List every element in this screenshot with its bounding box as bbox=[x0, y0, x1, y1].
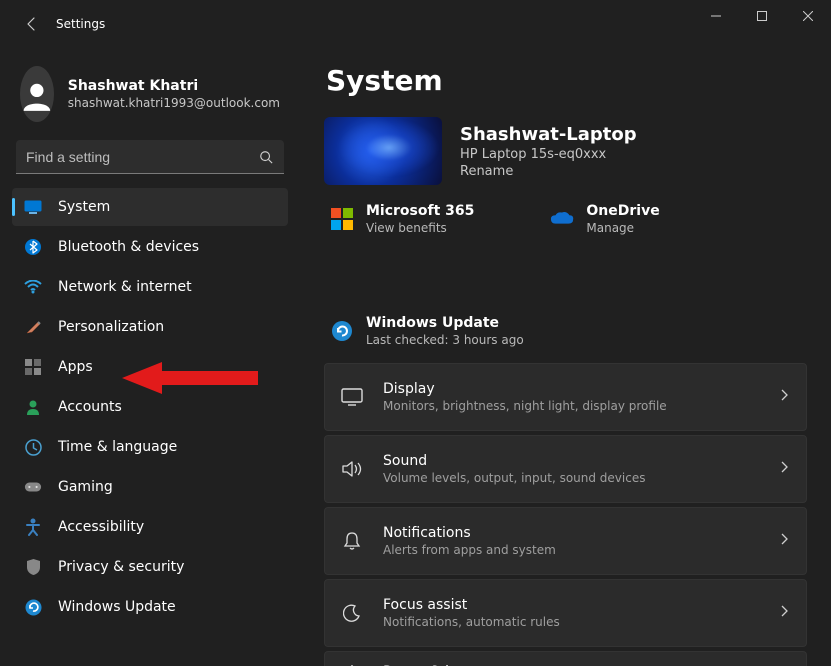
sidebar-item-label: System bbox=[58, 199, 110, 215]
sound-icon bbox=[341, 458, 363, 480]
accessibility-icon bbox=[24, 518, 42, 536]
chevron-right-icon bbox=[778, 533, 790, 549]
sidebar-item-label: Time & language bbox=[58, 439, 177, 455]
card-title: Notifications bbox=[383, 525, 758, 541]
sidebar-item-label: Network & internet bbox=[58, 279, 192, 295]
display-icon bbox=[341, 386, 363, 408]
avatar bbox=[20, 66, 54, 122]
gamepad-icon bbox=[24, 478, 42, 496]
card-sub: Alerts from apps and system bbox=[383, 543, 758, 557]
onedrive-icon bbox=[550, 207, 574, 231]
cloud-sub: View benefits bbox=[366, 221, 474, 235]
settings-card-power-battery[interactable]: Power & battery bbox=[324, 651, 807, 666]
sidebar-item-gaming[interactable]: Gaming bbox=[12, 468, 288, 506]
search-icon bbox=[258, 149, 274, 165]
sidebar-item-label: Accounts bbox=[58, 399, 122, 415]
settings-card-sound[interactable]: Sound Volume levels, output, input, soun… bbox=[324, 435, 807, 503]
device-thumbnail[interactable] bbox=[324, 117, 442, 185]
shield-icon bbox=[24, 558, 42, 576]
sidebar-item-time-language[interactable]: Time & language bbox=[12, 428, 288, 466]
sidebar-item-label: Privacy & security bbox=[58, 559, 184, 575]
bell-icon bbox=[341, 530, 363, 552]
cloud-sub: Manage bbox=[586, 221, 659, 235]
sidebar-item-bluetooth[interactable]: Bluetooth & devices bbox=[12, 228, 288, 266]
power-icon bbox=[341, 661, 363, 666]
update-icon bbox=[330, 319, 354, 343]
profile-email: shashwat.khatri1993@outlook.com bbox=[68, 96, 280, 110]
sidebar-item-network[interactable]: Network & internet bbox=[12, 268, 288, 306]
clock-globe-icon bbox=[24, 438, 42, 456]
paintbrush-icon bbox=[24, 318, 42, 336]
cloud-link-windows-update[interactable]: Windows Update Last checked: 3 hours ago bbox=[330, 315, 524, 347]
sidebar-item-label: Bluetooth & devices bbox=[58, 239, 199, 255]
moon-icon bbox=[341, 602, 363, 624]
cloud-link-onedrive[interactable]: OneDrive Manage bbox=[550, 203, 659, 235]
card-sub: Notifications, automatic rules bbox=[383, 615, 758, 629]
person-icon bbox=[24, 398, 42, 416]
maximize-button[interactable] bbox=[739, 0, 785, 32]
sidebar-item-label: Personalization bbox=[58, 319, 164, 335]
sidebar-item-privacy[interactable]: Privacy & security bbox=[12, 548, 288, 586]
sidebar-item-label: Gaming bbox=[58, 479, 113, 495]
profile-name: Shashwat Khatri bbox=[68, 78, 280, 94]
sidebar-item-apps[interactable]: Apps bbox=[12, 348, 288, 386]
sidebar-item-accounts[interactable]: Accounts bbox=[12, 388, 288, 426]
minimize-button[interactable] bbox=[693, 0, 739, 32]
device-rename-link[interactable]: Rename bbox=[460, 164, 637, 179]
chevron-right-icon bbox=[778, 461, 790, 477]
sidebar-item-label: Apps bbox=[58, 359, 93, 375]
sidebar-item-personalization[interactable]: Personalization bbox=[12, 308, 288, 346]
cloud-title: Microsoft 365 bbox=[366, 203, 474, 219]
cloud-title: Windows Update bbox=[366, 315, 524, 331]
apps-icon bbox=[24, 358, 42, 376]
device-name: Shashwat-Laptop bbox=[460, 124, 637, 145]
bluetooth-icon bbox=[24, 238, 42, 256]
microsoft365-icon bbox=[330, 207, 354, 231]
search-box[interactable] bbox=[16, 140, 284, 174]
nav: System Bluetooth & devices Network & int… bbox=[8, 188, 292, 626]
cloud-title: OneDrive bbox=[586, 203, 659, 219]
sidebar-item-accessibility[interactable]: Accessibility bbox=[12, 508, 288, 546]
card-title: Display bbox=[383, 381, 758, 397]
profile-block[interactable]: Shashwat Khatri shashwat.khatri1993@outl… bbox=[8, 56, 292, 136]
wifi-icon bbox=[24, 278, 42, 296]
chevron-right-icon bbox=[778, 605, 790, 621]
window-title: Settings bbox=[56, 17, 105, 31]
update-icon bbox=[24, 598, 42, 616]
settings-card-focus-assist[interactable]: Focus assist Notifications, automatic ru… bbox=[324, 579, 807, 647]
card-title: Focus assist bbox=[383, 597, 758, 613]
settings-card-notifications[interactable]: Notifications Alerts from apps and syste… bbox=[324, 507, 807, 575]
page-title: System bbox=[326, 64, 807, 97]
cloud-sub: Last checked: 3 hours ago bbox=[366, 333, 524, 347]
sidebar-item-system[interactable]: System bbox=[12, 188, 288, 226]
back-button[interactable] bbox=[16, 8, 48, 40]
settings-card-display[interactable]: Display Monitors, brightness, night ligh… bbox=[324, 363, 807, 431]
sidebar-item-label: Accessibility bbox=[58, 519, 144, 535]
chevron-right-icon bbox=[778, 389, 790, 405]
sidebar: Shashwat Khatri shashwat.khatri1993@outl… bbox=[0, 48, 300, 666]
sidebar-item-label: Windows Update bbox=[58, 599, 176, 615]
search-input[interactable] bbox=[26, 149, 258, 165]
sidebar-item-windows-update[interactable]: Windows Update bbox=[12, 588, 288, 626]
device-model: HP Laptop 15s-eq0xxx bbox=[460, 147, 637, 162]
cloud-link-m365[interactable]: Microsoft 365 View benefits bbox=[330, 203, 474, 235]
card-title: Sound bbox=[383, 453, 758, 469]
close-button[interactable] bbox=[785, 0, 831, 32]
card-sub: Volume levels, output, input, sound devi… bbox=[383, 471, 758, 485]
card-sub: Monitors, brightness, night light, displ… bbox=[383, 399, 758, 413]
monitor-icon bbox=[24, 198, 42, 216]
